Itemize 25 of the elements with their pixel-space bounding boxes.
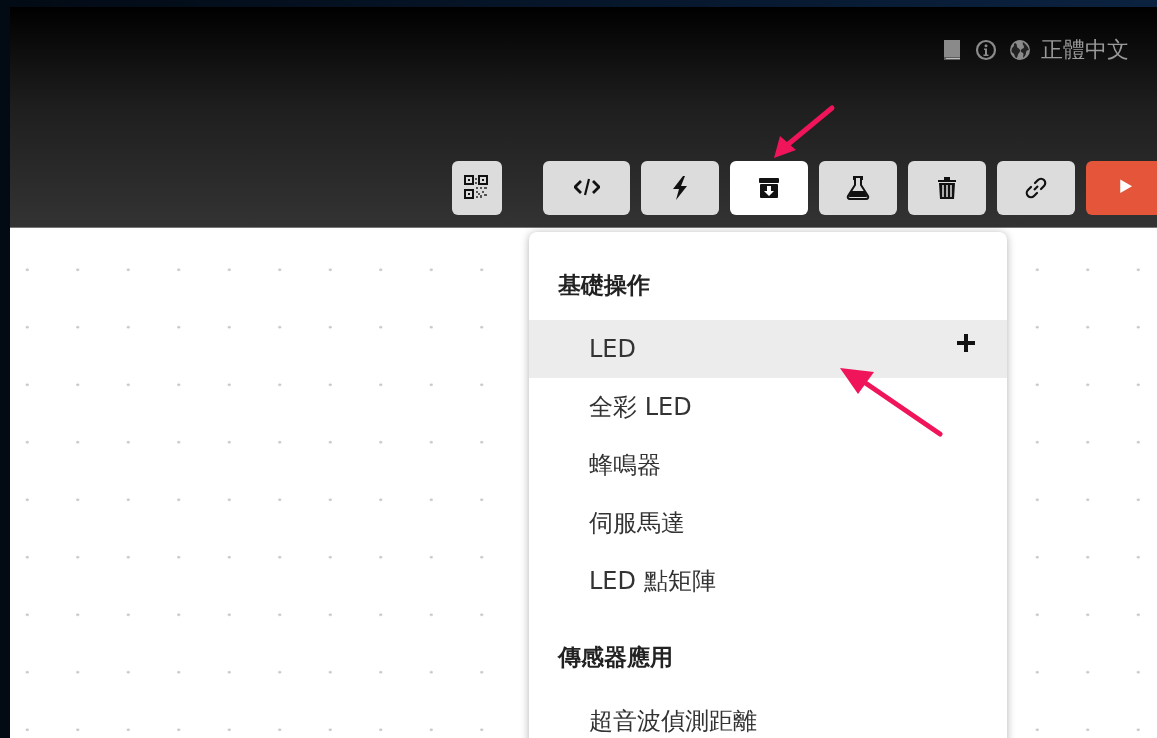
menu-item[interactable]: 超音波偵測距離 xyxy=(529,692,1007,738)
menu-item[interactable]: LED xyxy=(529,320,1007,378)
menu-item[interactable]: 全彩 LED xyxy=(529,378,1007,436)
lightning-button[interactable] xyxy=(641,161,719,215)
archive-download-button[interactable] xyxy=(730,161,808,215)
qr-code-icon xyxy=(464,175,490,201)
globe-icon[interactable] xyxy=(1009,39,1031,61)
menu-section-heading: 傳感器應用 xyxy=(556,643,674,672)
menu-item[interactable]: LED 點矩陣 xyxy=(529,552,1007,610)
archive-download-icon xyxy=(756,175,782,201)
trash-button[interactable] xyxy=(908,161,986,215)
play-button[interactable] xyxy=(1086,161,1157,215)
link-icon xyxy=(1023,175,1049,201)
qr-code-button[interactable] xyxy=(452,161,502,215)
book-icon[interactable] xyxy=(941,39,963,61)
plus-icon xyxy=(955,332,977,354)
menu-section-heading: 基礎操作 xyxy=(557,271,651,300)
flask-icon xyxy=(845,175,871,201)
code-button[interactable] xyxy=(543,161,630,215)
flask-button[interactable] xyxy=(819,161,897,215)
info-icon[interactable] xyxy=(975,39,997,61)
menu-item[interactable]: 伺服馬達 xyxy=(529,494,1007,552)
link-button[interactable] xyxy=(997,161,1075,215)
language-link[interactable]: 正體中文 xyxy=(1041,35,1129,65)
menu-item[interactable]: 蜂鳴器 xyxy=(529,436,1007,494)
